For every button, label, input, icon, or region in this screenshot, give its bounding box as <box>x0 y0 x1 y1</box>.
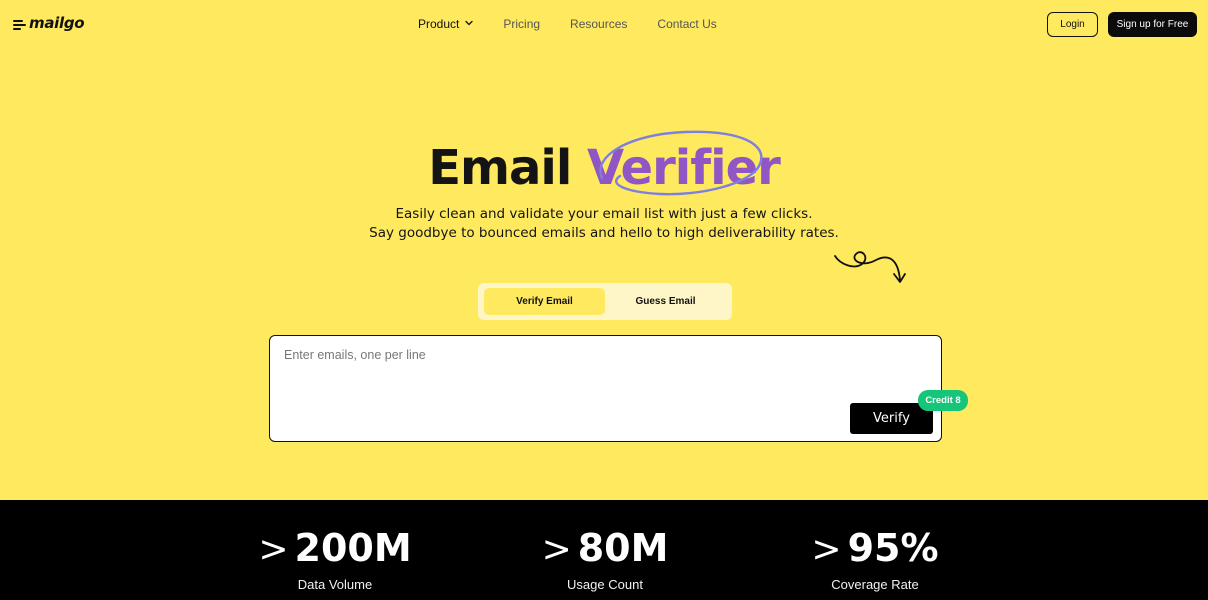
title-word-verifier: Verifier <box>587 140 781 196</box>
stat-value: >95% <box>765 526 985 572</box>
tab-guess-email[interactable]: Guess Email <box>605 288 726 315</box>
mode-tabs: Verify Email Guess Email <box>478 283 732 320</box>
stats-bar: >200M Data Volume >80M Usage Count >95% … <box>0 500 1208 600</box>
stat-number: 95% <box>847 526 939 570</box>
stat-label: Usage Count <box>567 577 643 592</box>
chevron-down-icon <box>465 18 474 28</box>
nav-item-pricing[interactable]: Pricing <box>503 17 540 31</box>
logo-text: mailgo <box>29 14 85 32</box>
nav-item-contact[interactable]: Contact Us <box>657 17 716 31</box>
logo-speed-lines-icon <box>13 19 26 30</box>
stat-value: >80M <box>495 526 715 572</box>
logo[interactable]: mailgo <box>13 14 85 32</box>
nav-item-label: Product <box>418 17 460 31</box>
tab-verify-email[interactable]: Verify Email <box>484 288 605 315</box>
stat-label: Coverage Rate <box>831 577 919 592</box>
stat-label: Data Volume <box>297 577 373 592</box>
stat-value: >200M <box>225 526 445 572</box>
stat-number: 200M <box>294 526 412 570</box>
nav-item-resources[interactable]: Resources <box>570 17 627 31</box>
login-button[interactable]: Login <box>1047 12 1098 37</box>
credit-badge: Credit 8 <box>918 390 968 411</box>
nav-links: Product Pricing Resources Contact Us <box>418 17 747 31</box>
stat-prefix: > <box>811 529 842 570</box>
top-nav: mailgo Product Pricing Resources Contact… <box>0 0 1208 50</box>
stat-prefix: > <box>258 529 289 570</box>
subtitle-line-2: Say goodbye to bounced emails and hello … <box>369 225 839 241</box>
curly-arrow-icon <box>834 251 906 283</box>
hero-subtitle: Easily clean and validate your email lis… <box>0 205 1208 243</box>
stat-prefix: > <box>541 529 572 570</box>
email-input-box <box>269 335 942 442</box>
nav-item-product[interactable]: Product <box>418 17 474 31</box>
page-title: Email Verifier <box>0 138 1208 198</box>
subtitle-line-1: Easily clean and validate your email lis… <box>395 206 813 222</box>
stat-number: 80M <box>577 526 669 570</box>
emails-textarea[interactable] <box>284 348 844 408</box>
signup-button[interactable]: Sign up for Free <box>1108 12 1197 37</box>
title-word-email: Email <box>428 140 572 196</box>
